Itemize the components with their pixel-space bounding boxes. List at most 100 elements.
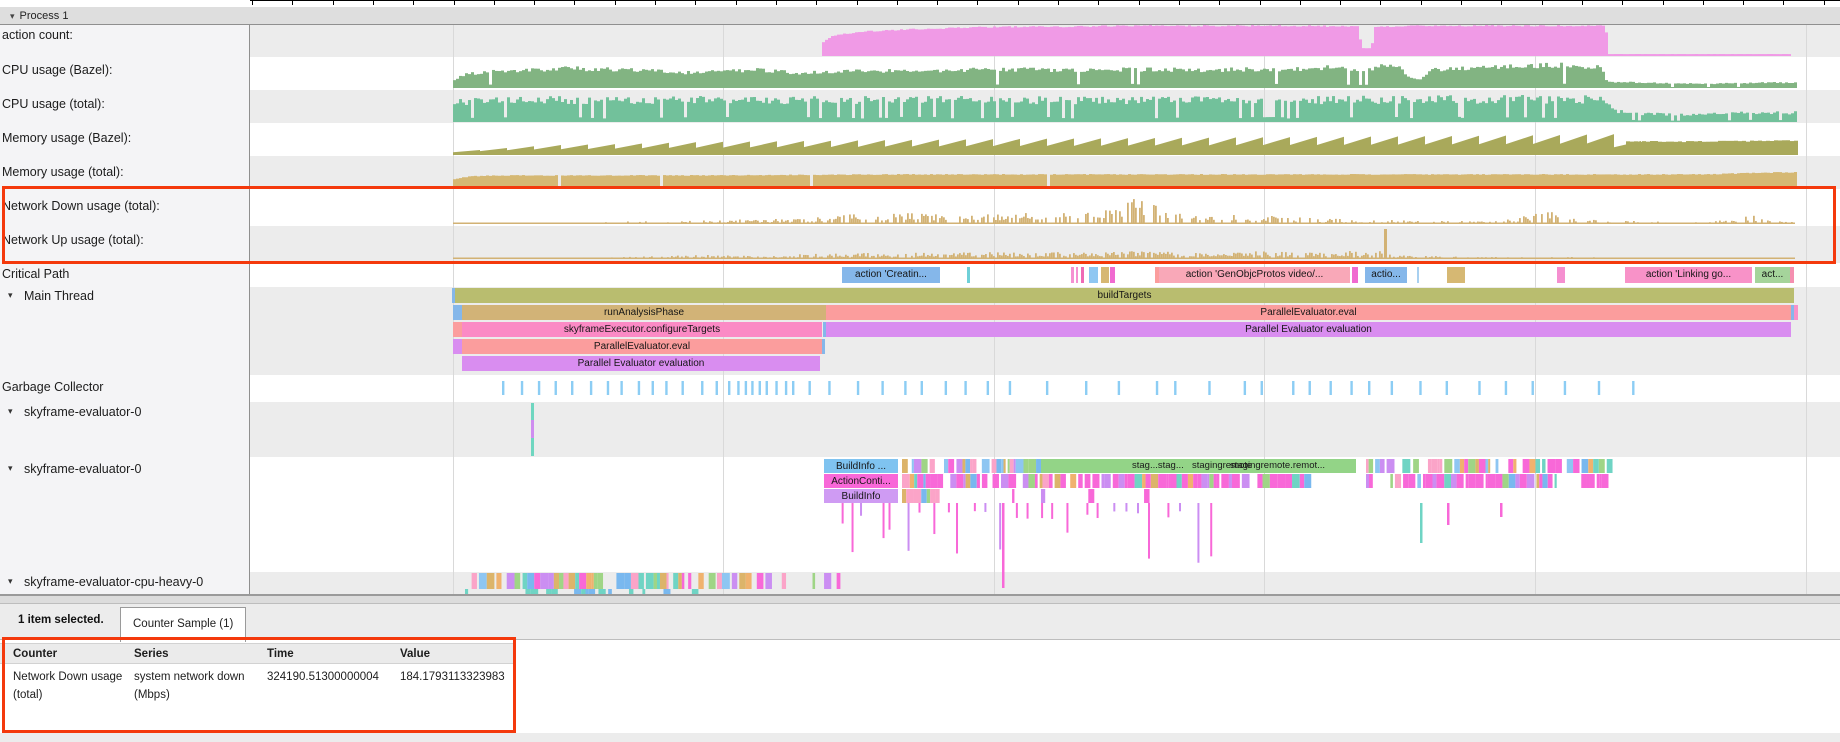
expand-triangle-icon[interactable]: ▾ <box>8 406 13 417</box>
panel-splitter[interactable] <box>0 594 1840 604</box>
details-tabbar: 1 item selected. Counter Sample (1) <box>0 604 1840 640</box>
expand-triangle-icon[interactable]: ▾ <box>8 576 13 587</box>
track-label-text: CPU usage (total): <box>2 97 105 111</box>
sidebar-track-label-12[interactable]: ▾ skyframe-evaluator-cpu-heavy-0 <box>0 575 248 591</box>
trace-slice-parallelevaluator-eval[interactable]: ParallelEvaluator.eval <box>826 305 1791 320</box>
timeline-ruler[interactable] <box>0 0 1840 7</box>
counter-histogram-memory-usage-total-[interactable] <box>453 172 1797 188</box>
trace-slice[interactable] <box>1101 267 1109 283</box>
counter-histogram-memory-usage-bazel-[interactable] <box>453 134 1798 155</box>
counter-histogram-network-down-usage-total-[interactable] <box>453 199 1795 224</box>
sidebar-track-label-1[interactable]: CPU usage (Bazel): <box>0 63 248 79</box>
ruler-tick <box>252 0 253 5</box>
timeline-tracks[interactable]: buildTargetsrunAnalysisPhaseParallelEval… <box>0 25 1840 594</box>
table-cell[interactable]: 324190.51300000004 <box>267 668 391 686</box>
trace-slice-action-genobjcprotos-video-[interactable]: action 'GenObjcProtos video/... <box>1159 267 1350 283</box>
trace-slice[interactable] <box>453 322 462 337</box>
track-label-text: skyframe-evaluator-cpu-heavy-0 <box>24 575 203 589</box>
trace-slice[interactable] <box>1089 267 1098 283</box>
trace-slice[interactable] <box>1081 267 1084 283</box>
trace-slice[interactable] <box>967 267 970 283</box>
ruler-tick <box>857 0 858 5</box>
counter-histogram-cpu-usage-total-[interactable] <box>453 95 1797 122</box>
track-label-text: action count: <box>2 28 73 42</box>
process-title: Process 1 <box>20 10 69 22</box>
ruler-tick <box>454 0 455 5</box>
sidebar-track-label-5[interactable]: Network Down usage (total): <box>0 199 248 215</box>
ruler-tick <box>1018 0 1019 5</box>
trace-slice[interactable] <box>1110 267 1115 283</box>
trace-slice-actio-[interactable]: actio... <box>1365 267 1407 283</box>
trace-slice[interactable] <box>1076 267 1078 283</box>
selection-status: 1 item selected. <box>18 614 104 626</box>
gc-tick-marks[interactable] <box>502 381 1635 395</box>
track-label-text: Garbage Collector <box>2 380 103 394</box>
ruler-tick <box>1783 0 1784 5</box>
trace-slice[interactable] <box>1447 267 1465 283</box>
trace-slice-buildtargets[interactable]: buildTargets <box>455 288 1794 303</box>
expand-triangle-icon[interactable]: ▾ <box>8 463 13 474</box>
trace-slice[interactable] <box>453 339 462 354</box>
table-cell[interactable]: 184.1793113323983 <box>400 668 510 686</box>
trace-slice[interactable] <box>822 339 825 354</box>
trace-slice[interactable] <box>1417 267 1419 283</box>
details-panel: 1 item selected. Counter Sample (1) Coun… <box>0 604 1840 742</box>
counter-histogram-cpu-usage-bazel-[interactable] <box>453 63 1797 88</box>
sidebar-track-label-10[interactable]: ▾ skyframe-evaluator-0 <box>0 405 248 421</box>
track-label-text: Critical Path <box>2 267 69 281</box>
sidebar-track-label-2[interactable]: CPU usage (total): <box>0 97 248 113</box>
trace-slice[interactable] <box>1557 267 1565 283</box>
counter-histogram-network-up-usage-total-[interactable] <box>453 229 1795 259</box>
tab-counter-sample[interactable]: Counter Sample (1) <box>120 607 246 642</box>
slice-chips[interactable] <box>465 459 1613 594</box>
evaluator-mark[interactable] <box>531 403 534 456</box>
trace-slice-action-linking-go-[interactable]: action 'Linking go... <box>1625 267 1752 283</box>
table-cell[interactable]: system network down (Mbps) <box>134 668 258 704</box>
sidebar-track-label-3[interactable]: Memory usage (Bazel): <box>0 131 248 147</box>
process-header[interactable]: ▾Process 1 <box>0 7 1840 25</box>
ruler-tick <box>816 0 817 5</box>
sidebar-track-label-9[interactable]: Garbage Collector <box>0 380 248 396</box>
ruler-tick <box>1380 0 1381 5</box>
table-header-series: Series <box>134 645 258 663</box>
trace-slice[interactable] <box>1071 267 1074 283</box>
trace-slice-skyframeexecutor-configuretargets[interactable]: skyframeExecutor.configureTargets <box>462 322 822 337</box>
ruler-tick <box>574 0 575 5</box>
trace-slice-act-[interactable]: act... <box>1755 267 1790 283</box>
trace-slice-buildinfo[interactable]: BuildInfo <box>824 489 898 503</box>
sidebar-track-label-11[interactable]: ▾skyframe-evaluator-0 <box>0 462 248 478</box>
sidebar-track-label-0[interactable]: action count: <box>0 28 248 44</box>
track-label-text: Memory usage (total): <box>2 165 124 179</box>
trace-slice-parallel-evaluator-evaluation[interactable]: Parallel Evaluator evaluation <box>462 356 820 371</box>
bottom-strip <box>0 733 1840 742</box>
sidebar-track-label-4[interactable]: Memory usage (total): <box>0 165 248 181</box>
ruler-tick <box>292 0 293 5</box>
trace-slice-actionconti-[interactable]: ActionConti... <box>824 474 898 488</box>
ruler-tick <box>1542 0 1543 5</box>
trace-slice[interactable] <box>453 305 462 320</box>
sidebar-track-label-7[interactable]: Critical Path <box>0 267 248 283</box>
expand-triangle-icon[interactable]: ▾ <box>8 290 13 301</box>
ruler-tick <box>534 0 535 5</box>
ruler-tick <box>695 0 696 5</box>
trace-slice[interactable] <box>1790 267 1794 283</box>
ruler-tick <box>1501 0 1502 5</box>
trace-slice-runanalysisphase[interactable]: runAnalysisPhase <box>462 305 826 320</box>
track-label-text: skyframe-evaluator-0 <box>24 405 141 419</box>
ruler-tick <box>1461 0 1462 5</box>
ruler-tick <box>776 0 777 5</box>
sidebar-track-label-6[interactable]: Network Up usage (total): <box>0 233 248 249</box>
table-cell[interactable]: Network Down usage (total) <box>13 668 125 704</box>
counter-histogram-action-count[interactable] <box>822 25 1791 56</box>
trace-slice-action-creatin-[interactable]: action 'Creatin... <box>842 267 940 283</box>
trace-slice[interactable] <box>1794 305 1798 320</box>
trace-slice-parallel-evaluator-evaluation[interactable]: Parallel Evaluator evaluation <box>826 322 1791 337</box>
sidebar-track-label-8[interactable]: ▾Main Thread <box>0 289 248 305</box>
trace-slice[interactable] <box>1352 267 1358 283</box>
trace-slice-parallelevaluator-eval[interactable]: ParallelEvaluator.eval <box>462 339 822 354</box>
ruler-tick <box>1098 0 1099 5</box>
ruler-tick <box>977 0 978 5</box>
trace-slice-buildinfo-[interactable]: BuildInfo ... <box>824 459 898 473</box>
ruler-tick <box>1179 0 1180 5</box>
track-label-text: Network Down usage (total): <box>2 199 160 213</box>
